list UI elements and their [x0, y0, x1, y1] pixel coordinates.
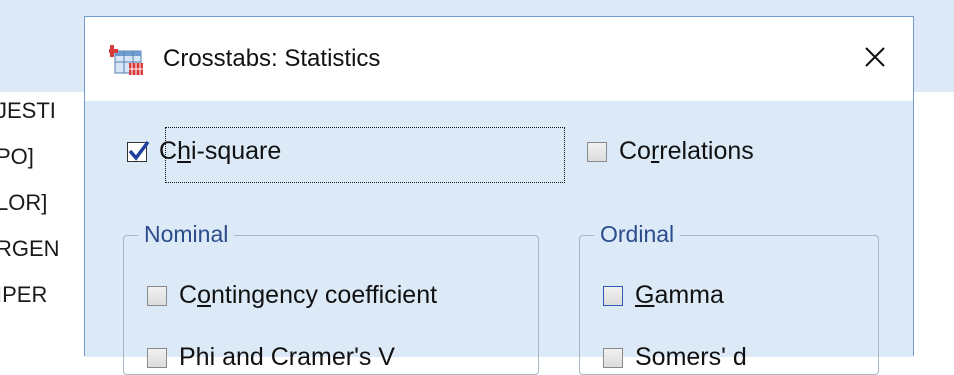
contingency-coefficient-label: Contingency coefficient [179, 281, 438, 309]
nominal-group-title: Nominal [138, 221, 235, 248]
ordinal-group-title: Ordinal [594, 221, 681, 248]
variable-list-item[interactable]: LOR] [0, 190, 86, 216]
somers-d-label: Somers' d [635, 343, 747, 371]
phi-cramers-v-checkbox-box[interactable] [147, 347, 167, 368]
variable-list-item[interactable]: RGEN [0, 236, 86, 262]
chi-square-checkbox-box[interactable] [127, 140, 150, 162]
correlations-checkbox[interactable]: Correlations [587, 137, 754, 166]
dialog-title: Crosstabs: Statistics [163, 45, 381, 72]
chi-square-label: Chi-square [159, 137, 282, 165]
variable-list-item[interactable]: JESTI [0, 98, 86, 124]
somers-d-checkbox-box[interactable] [603, 347, 623, 368]
variable-list-item[interactable]: IPER [0, 282, 86, 308]
somers-d-checkbox[interactable]: Somers' d [603, 343, 747, 372]
correlations-label: Correlations [619, 137, 754, 165]
contingency-coefficient-checkbox[interactable]: Contingency coefficient [147, 281, 437, 310]
dialog-body: Chi-square Correlations Nominal Continge… [85, 101, 913, 375]
close-button[interactable] [851, 35, 899, 79]
close-icon [865, 47, 885, 67]
correlations-checkbox-box[interactable] [587, 141, 607, 162]
variable-list-item[interactable]: PO] [0, 144, 86, 170]
dialog-titlebar: Crosstabs: Statistics [85, 17, 913, 101]
check-mark-icon [128, 140, 150, 161]
contingency-coefficient-checkbox-box[interactable] [147, 285, 167, 306]
gamma-checkbox[interactable]: Gamma [603, 281, 724, 310]
crosstabs-icon [109, 45, 143, 75]
phi-cramers-v-checkbox[interactable]: Phi and Cramer's V [147, 343, 395, 372]
phi-cramers-v-label: Phi and Cramer's V [179, 343, 395, 371]
gamma-checkbox-box[interactable] [603, 285, 623, 306]
gamma-label: Gamma [635, 281, 724, 309]
crosstabs-statistics-dialog: Crosstabs: Statistics Chi-square Correla… [84, 16, 914, 375]
chi-square-checkbox[interactable]: Chi-square [127, 137, 281, 166]
